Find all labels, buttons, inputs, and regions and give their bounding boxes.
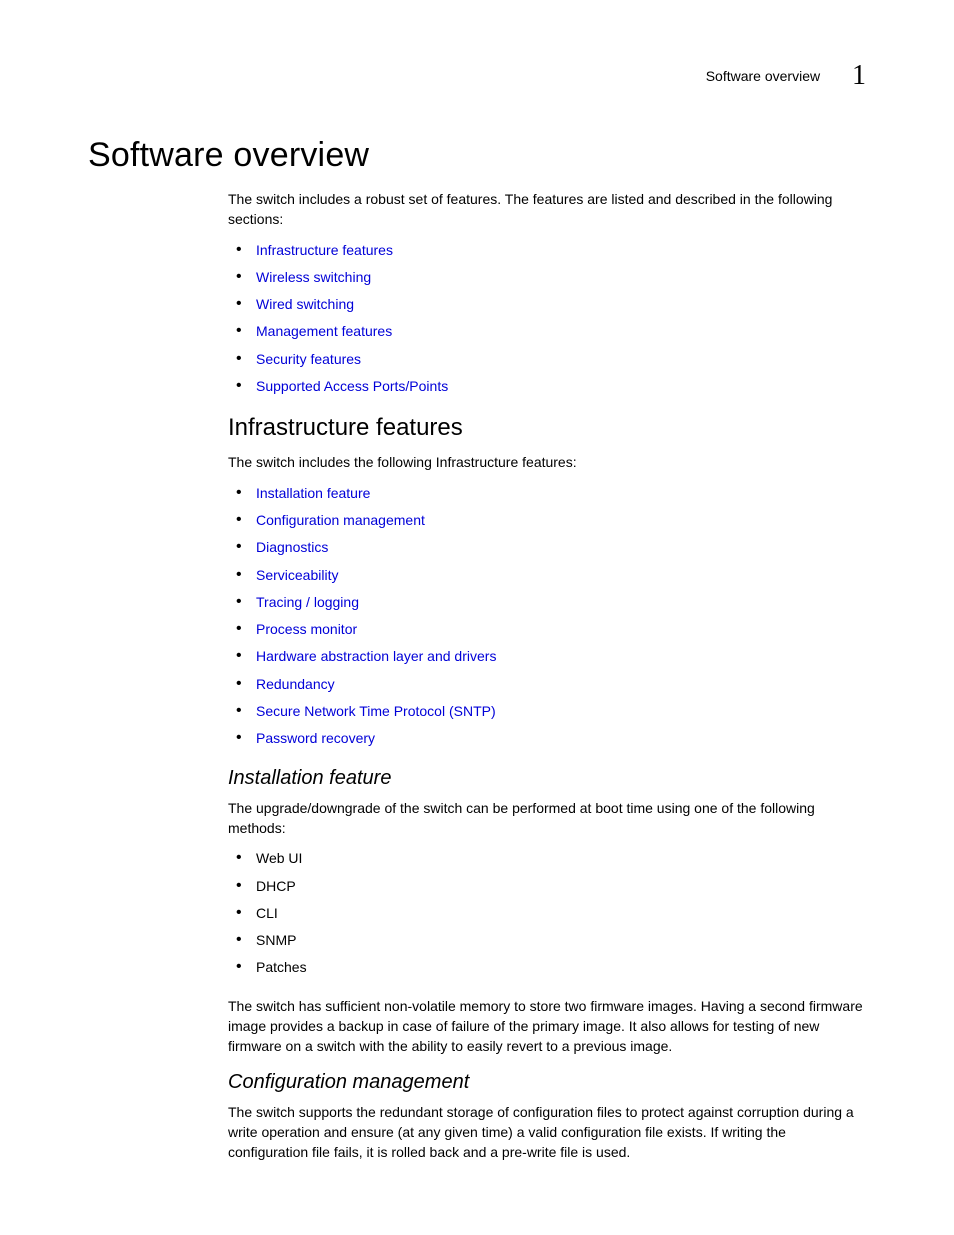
list-item: Process monitor (228, 619, 866, 639)
page-header: Software overview 1 (88, 60, 866, 92)
list-item: Patches (228, 957, 866, 977)
link-infrastructure-features[interactable]: Infrastructure features (256, 242, 393, 258)
top-links-list: Infrastructure features Wireless switchi… (228, 240, 866, 397)
header-title: Software overview (706, 68, 820, 84)
link-configuration-management[interactable]: Configuration management (256, 512, 425, 528)
link-supported-access[interactable]: Supported Access Ports/Points (256, 378, 448, 394)
list-item: Web UI (228, 848, 866, 868)
chapter-number: 1 (852, 60, 866, 92)
list-item: Installation feature (228, 483, 866, 503)
list-item: Hardware abstraction layer and drivers (228, 646, 866, 666)
list-item: Supported Access Ports/Points (228, 376, 866, 396)
list-item: Infrastructure features (228, 240, 866, 260)
install-items-list: Web UI DHCP CLI SNMP Patches (228, 848, 866, 977)
list-item: DHCP (228, 876, 866, 896)
page-title: Software overview (88, 136, 866, 175)
list-item: Wired switching (228, 294, 866, 314)
section-heading-infrastructure: Infrastructure features (228, 414, 866, 442)
list-item: Tracing / logging (228, 592, 866, 612)
subsection-heading-installation: Installation feature (228, 767, 866, 790)
item-text: DHCP (256, 878, 296, 894)
list-item: Configuration management (228, 510, 866, 530)
list-item: Security features (228, 349, 866, 369)
list-item: Management features (228, 321, 866, 341)
infra-links-list: Installation feature Configuration manag… (228, 483, 866, 749)
item-text: CLI (256, 905, 278, 921)
link-redundancy[interactable]: Redundancy (256, 676, 335, 692)
install-paragraph-2: The switch has sufficient non-volatile m… (228, 996, 866, 1057)
list-item: CLI (228, 903, 866, 923)
subsection-heading-config: Configuration management (228, 1071, 866, 1094)
link-sntp[interactable]: Secure Network Time Protocol (SNTP) (256, 703, 496, 719)
install-paragraph: The upgrade/downgrade of the switch can … (228, 798, 866, 839)
intro-paragraph: The switch includes a robust set of feat… (228, 189, 866, 230)
link-hardware-abstraction[interactable]: Hardware abstraction layer and drivers (256, 648, 496, 664)
link-serviceability[interactable]: Serviceability (256, 567, 338, 583)
list-item: Secure Network Time Protocol (SNTP) (228, 701, 866, 721)
item-text: SNMP (256, 932, 296, 948)
section-intro: The switch includes the following Infras… (228, 452, 866, 472)
link-process-monitor[interactable]: Process monitor (256, 621, 357, 637)
list-item: SNMP (228, 930, 866, 950)
link-diagnostics[interactable]: Diagnostics (256, 539, 328, 555)
list-item: Redundancy (228, 674, 866, 694)
main-content: The switch includes a robust set of feat… (228, 189, 866, 1163)
item-text: Patches (256, 959, 307, 975)
list-item: Password recovery (228, 728, 866, 748)
list-item: Wireless switching (228, 267, 866, 287)
link-installation-feature[interactable]: Installation feature (256, 485, 370, 501)
link-tracing-logging[interactable]: Tracing / logging (256, 594, 359, 610)
item-text: Web UI (256, 850, 302, 866)
link-wireless-switching[interactable]: Wireless switching (256, 269, 371, 285)
list-item: Serviceability (228, 565, 866, 585)
link-password-recovery[interactable]: Password recovery (256, 730, 375, 746)
link-wired-switching[interactable]: Wired switching (256, 296, 354, 312)
list-item: Diagnostics (228, 537, 866, 557)
config-paragraph: The switch supports the redundant storag… (228, 1102, 866, 1163)
link-security-features[interactable]: Security features (256, 351, 361, 367)
link-management-features[interactable]: Management features (256, 323, 392, 339)
